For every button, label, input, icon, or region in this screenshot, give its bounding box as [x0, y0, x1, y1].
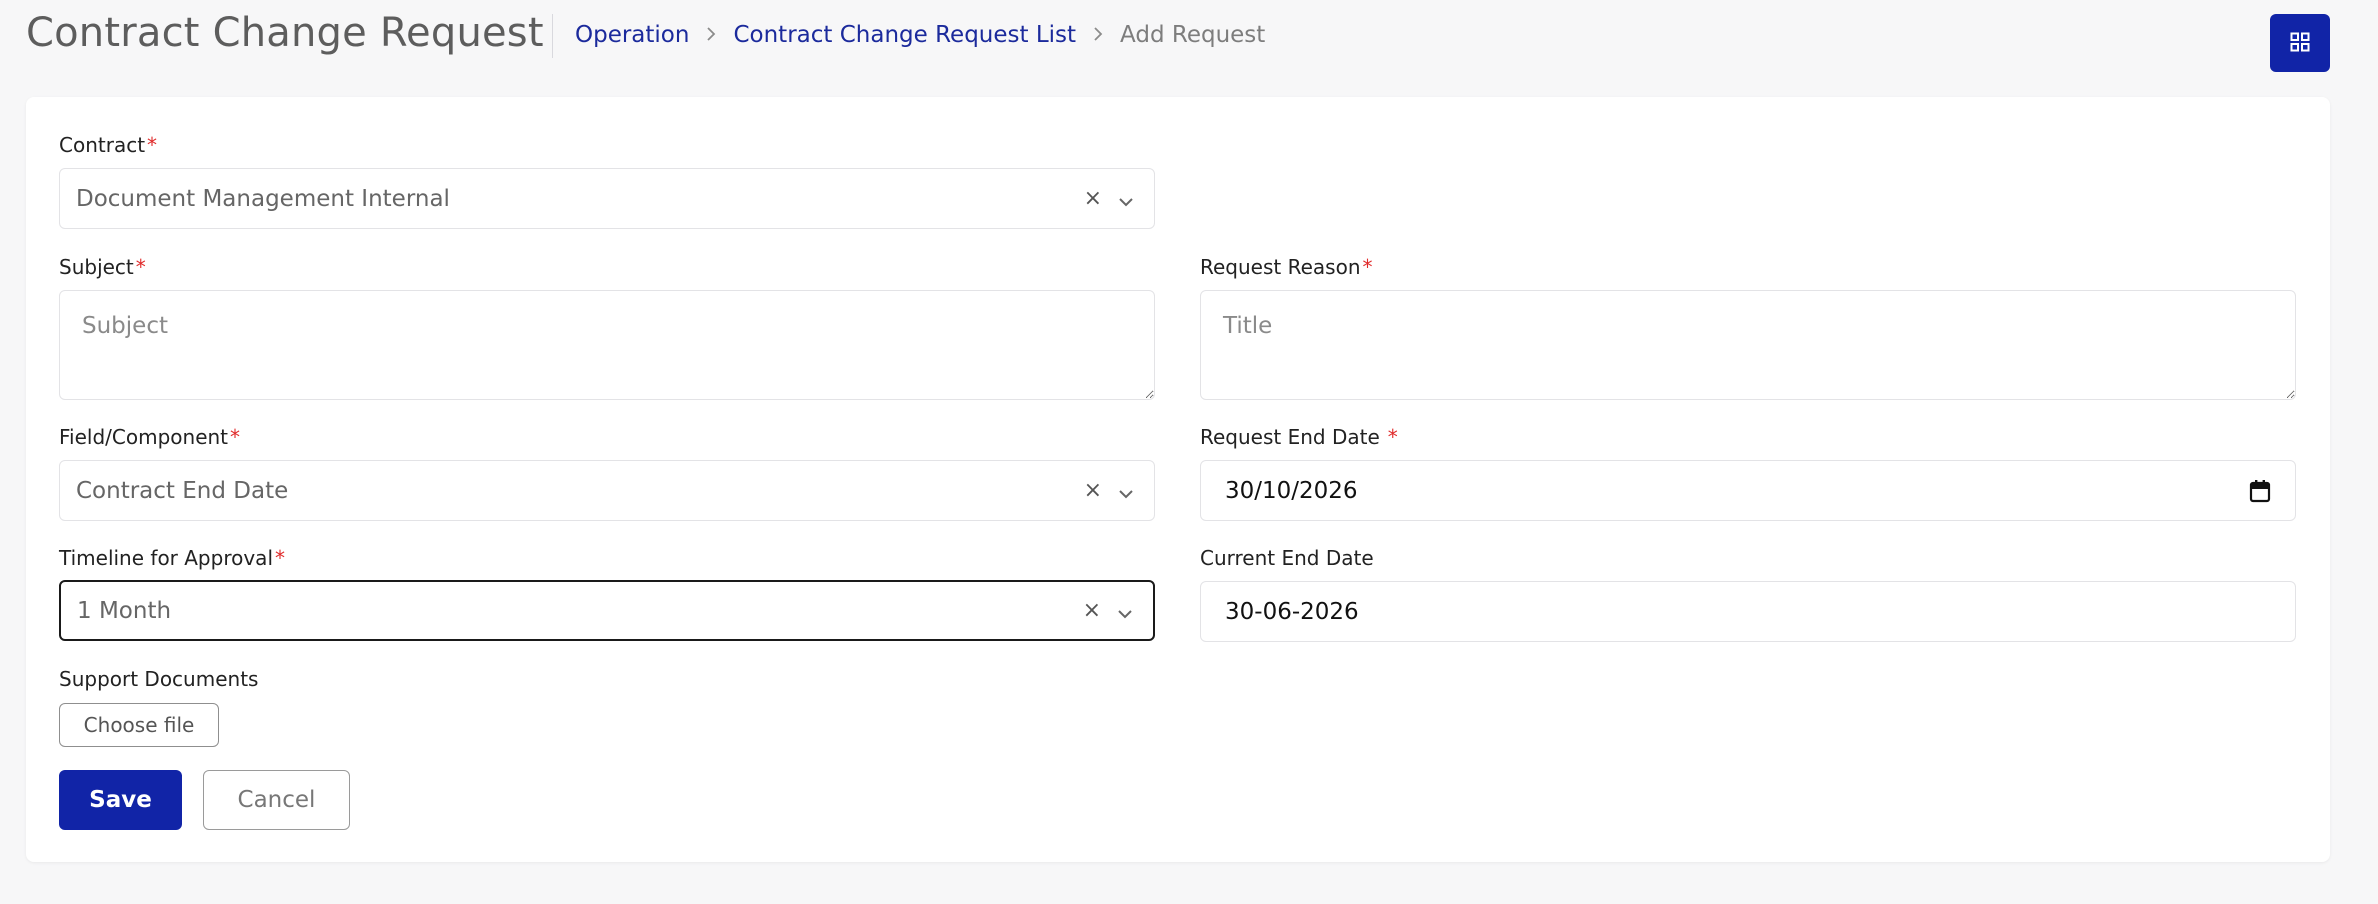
chevron-down-icon[interactable] [1117, 605, 1133, 624]
request-end-date-value: 30/10/2026 [1225, 477, 1358, 504]
chevron-down-icon[interactable] [1118, 193, 1134, 212]
contract-select-value: Document Management Internal [76, 185, 450, 212]
required-marker: * [230, 425, 241, 449]
request-end-date-input[interactable]: 30/10/2026 [1200, 460, 2296, 521]
timeline-for-approval-select[interactable]: 1 Month × [59, 580, 1155, 641]
required-marker: * [147, 133, 158, 157]
subject-label: Subject * [59, 255, 146, 279]
title-divider [552, 14, 553, 58]
request-reason-label: Request Reason * [1200, 255, 1373, 279]
request-form-card: Contract * Document Management Internal ×… [26, 97, 2330, 862]
timeline-for-approval-select-value: 1 Month [77, 597, 172, 624]
contract-select[interactable]: Document Management Internal × [59, 168, 1155, 229]
clear-icon[interactable]: × [1084, 187, 1102, 210]
current-end-date-input[interactable]: 30-06-2026 [1200, 581, 2296, 642]
timeline-for-approval-label: Timeline for Approval * [59, 546, 285, 570]
choose-file-button[interactable]: Choose file [59, 703, 219, 747]
request-reason-textarea[interactable] [1200, 290, 2296, 400]
breadcrumb-operation[interactable]: Operation [575, 22, 689, 48]
page-header: Contract Change Request Operation Contra… [26, 0, 2330, 74]
chevron-right-icon [1076, 23, 1120, 48]
page-title: Contract Change Request [26, 10, 544, 56]
clear-icon[interactable]: × [1084, 479, 1102, 502]
field-component-select[interactable]: Contract End Date × [59, 460, 1155, 521]
apps-menu-button[interactable] [2270, 14, 2330, 72]
field-component-select-value: Contract End Date [76, 477, 289, 504]
chevron-down-icon[interactable] [1118, 485, 1134, 504]
required-marker: * [1362, 255, 1373, 279]
calendar-icon[interactable] [2249, 479, 2271, 507]
breadcrumb-contract-change-request-list[interactable]: Contract Change Request List [733, 22, 1076, 48]
request-end-date-label: Request End Date * [1200, 425, 1398, 449]
cancel-button[interactable]: Cancel [203, 770, 350, 830]
current-end-date-value: 30-06-2026 [1225, 598, 1359, 625]
required-marker: * [1387, 425, 1398, 449]
subject-textarea[interactable] [59, 290, 1155, 400]
clear-icon[interactable]: × [1083, 599, 1101, 622]
field-component-label: Field/Component * [59, 425, 241, 449]
breadcrumb-current: Add Request [1120, 22, 1266, 48]
required-marker: * [135, 255, 146, 279]
required-marker: * [275, 546, 285, 570]
save-button[interactable]: Save [59, 770, 182, 830]
grid-icon [2290, 32, 2310, 55]
support-documents-label: Support Documents [59, 667, 259, 691]
contract-label: Contract * [59, 133, 158, 157]
current-end-date-label: Current End Date [1200, 546, 1374, 570]
breadcrumb: Operation Contract Change Request List A… [575, 22, 1265, 48]
chevron-right-icon [689, 23, 733, 48]
